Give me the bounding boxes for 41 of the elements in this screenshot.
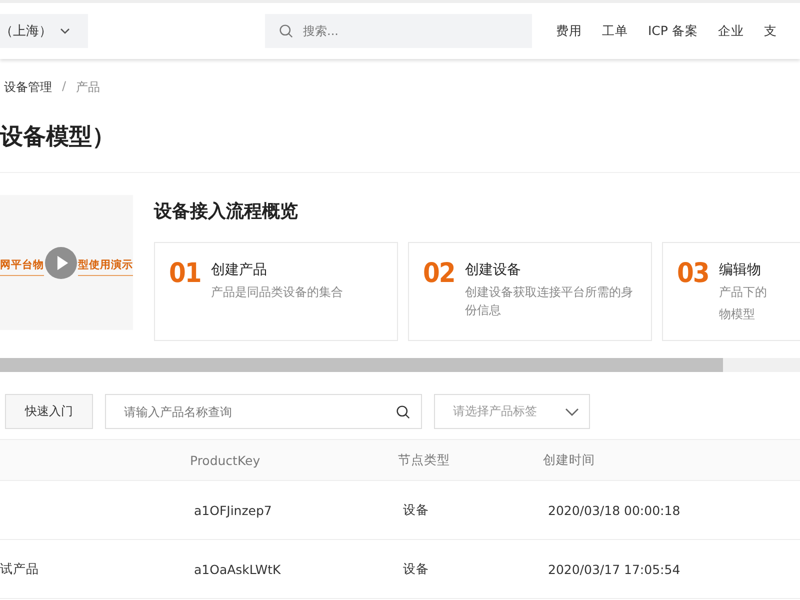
search-field[interactable]: 搜索... (265, 14, 532, 48)
step-number: 02 (423, 259, 455, 291)
nav-link[interactable]: 费用 (556, 22, 582, 40)
region-select[interactable]: （上海） (0, 14, 88, 48)
step-title: 创建产品 (210, 261, 268, 279)
step-description: 产品下的 (718, 284, 768, 301)
product-search-field[interactable]: 请输入产品名称查询 (105, 394, 422, 429)
table-cell: 2020/03/18 00:00:18 (548, 502, 680, 518)
step-title: 创建设备 (464, 261, 522, 279)
table-cell: 试产品 (0, 560, 39, 576)
step-description: 产品是同品类设备的集合 (210, 284, 344, 301)
column-header: 节点类型 (398, 452, 451, 468)
video-caption: 型使用演示 (78, 258, 133, 276)
chevron-down-icon (565, 408, 579, 416)
breadcrumb-link[interactable]: 产品 (76, 79, 100, 99)
play-icon[interactable] (45, 246, 77, 278)
table-cell: 设备 (403, 560, 429, 576)
column-header: ProductKey (190, 452, 262, 468)
nav-link[interactable]: 工单 (602, 22, 628, 40)
quick-start-button[interactable]: 快速入门 (5, 394, 93, 429)
step-description: 创建设备获取连接平台所需的身份信息 (464, 284, 634, 319)
step-description: 物模型 (718, 306, 756, 323)
table-cell: a1OFJinzep7 (194, 502, 272, 518)
table-cell: a1OaAskLWtK (194, 562, 281, 576)
nav-link[interactable]: 支 (764, 22, 777, 40)
table-cell: 设备 (403, 502, 429, 516)
breadcrumb-separator: / (62, 79, 66, 95)
nav-link[interactable]: ICP 备案 (648, 22, 698, 40)
chevron-down-icon (60, 28, 70, 34)
table-cell: 2020/03/17 17:05:54 (548, 562, 680, 576)
step-title: 编辑物 (718, 261, 762, 279)
nav-link[interactable]: 企业 (718, 22, 744, 40)
column-header: 创建时间 (543, 452, 596, 468)
video-caption: 网平台物 (0, 258, 44, 276)
search-icon (279, 24, 293, 38)
page-title: 设备模型） (0, 123, 116, 152)
step-number: 03 (677, 259, 709, 291)
breadcrumb-link[interactable]: 设备管理 (4, 79, 52, 99)
section-title: 设备接入流程概览 (154, 200, 299, 224)
step-number: 01 (169, 259, 201, 291)
search-icon (396, 405, 410, 419)
